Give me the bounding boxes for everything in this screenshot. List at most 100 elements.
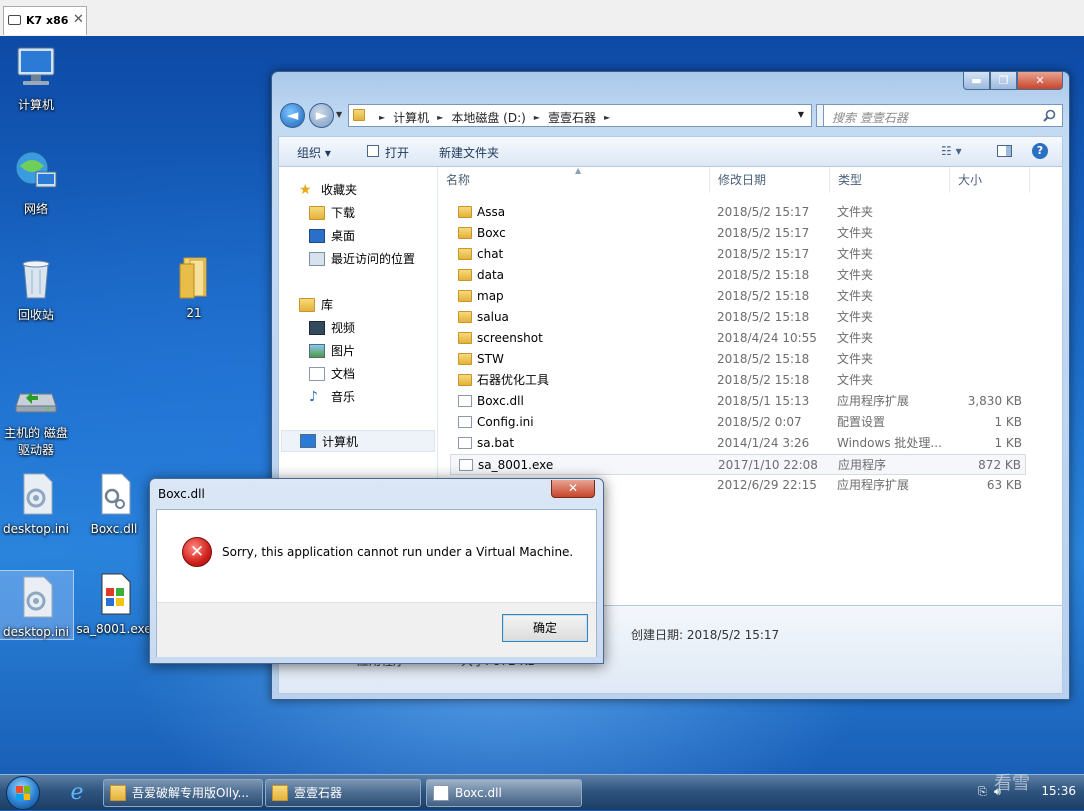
recent-pages-chevron-icon[interactable]: ▼	[336, 110, 342, 119]
desktop-icon-label: 网络	[23, 202, 48, 216]
volume-icon[interactable]: 🔊︎	[994, 785, 1001, 799]
file-row[interactable]: map 2018/5/2 15:18 文件夹	[450, 286, 1026, 307]
taskbar-item-explorer[interactable]: 壹壹石器	[265, 779, 421, 807]
address-dropdown-icon[interactable]: ▼	[798, 110, 804, 119]
network-tray-icon[interactable]: ⎘	[978, 785, 987, 799]
breadcrumb: ► 计算机 ► 本地磁盘 (D:) ► 壹壹石器 ►	[371, 109, 618, 126]
minimize-button[interactable]: ▬	[963, 72, 990, 90]
nav-favorites[interactable]: ★ 收藏夹	[299, 181, 357, 198]
file-icon	[458, 416, 472, 428]
file-row[interactable]: Assa 2018/5/2 15:17 文件夹	[450, 202, 1026, 223]
file-date: 2017/1/10 22:08	[718, 458, 818, 472]
view-options-icon[interactable]: ☷ ▾	[941, 144, 962, 158]
file-row[interactable]: screenshot 2018/4/24 10:55 文件夹	[450, 328, 1026, 349]
back-button[interactable]: ◄	[280, 103, 305, 128]
file-row[interactable]: 石器优化工具 2018/5/2 15:18 文件夹	[450, 370, 1026, 391]
file-row[interactable]: sa_8001.exe 2017/1/10 22:08 应用程序 872 KB	[450, 454, 1026, 475]
file-size: 63 KB	[986, 478, 1022, 492]
desktop-icon-network[interactable]: 网络	[0, 148, 76, 217]
taskbar-item-ollydbg[interactable]: 吾爱破解专用版Olly...	[103, 779, 263, 807]
start-button[interactable]	[6, 776, 40, 810]
exe-file-icon	[90, 570, 138, 618]
breadcrumb-computer[interactable]: 计算机	[393, 109, 429, 126]
open-icon	[367, 145, 379, 157]
forward-button[interactable]: ►	[309, 103, 334, 128]
help-icon[interactable]: ?	[1032, 143, 1048, 159]
desktop-icon-label: 主机的 磁盘 驱动器	[4, 426, 68, 457]
file-type: 应用程序扩展	[837, 478, 910, 492]
folder-icon	[458, 269, 472, 281]
maximize-button[interactable]: ❐	[990, 72, 1017, 90]
dialog-close-button[interactable]: ✕	[551, 480, 595, 498]
column-header-date[interactable]: 修改日期	[710, 167, 830, 193]
file-row[interactable]: data 2018/5/2 15:18 文件夹	[450, 265, 1026, 286]
app-icon	[110, 785, 126, 801]
desktop-icon-sa-8001-exe[interactable]: sa_8001.exe	[74, 570, 154, 636]
clock[interactable]: 15:36	[1041, 784, 1076, 798]
nav-label: 图片	[331, 344, 356, 358]
details-created: 创建日期: 2018/5/2 15:17	[631, 628, 780, 642]
address-bar[interactable]: ► 计算机 ► 本地磁盘 (D:) ► 壹壹石器 ► ▼	[348, 104, 812, 127]
taskbar-item-boxc-dll[interactable]: Boxc.dll	[426, 779, 582, 807]
nav-desktop[interactable]: 桌面	[309, 227, 355, 244]
folder-icon	[353, 109, 365, 121]
desktop-icon-boxc-dll[interactable]: Boxc.dll	[74, 470, 154, 536]
tab-close-icon[interactable]: ✕	[73, 12, 84, 27]
column-header-size[interactable]: 大小	[950, 167, 1030, 193]
column-header-name[interactable]: 名称	[438, 167, 710, 193]
picture-icon	[309, 343, 325, 358]
file-type: 文件夹	[837, 373, 874, 387]
drive-icon	[12, 372, 60, 420]
breadcrumb-drive-d[interactable]: 本地磁盘 (D:)	[451, 109, 525, 126]
file-row[interactable]: chat 2018/5/2 15:17 文件夹	[450, 244, 1026, 265]
file-name: Boxc	[477, 226, 506, 240]
nav-pictures[interactable]: 图片	[309, 342, 355, 359]
file-date: 2018/4/24 10:55	[717, 331, 817, 345]
monitor-icon	[8, 15, 21, 25]
desktop-icon-folder-21[interactable]: 21	[154, 254, 234, 320]
desktop-icon-host-drive[interactable]: 主机的 磁盘 驱动器	[0, 372, 76, 458]
file-size: 1 KB	[994, 436, 1022, 450]
file-row[interactable]: salua 2018/5/2 15:18 文件夹	[450, 307, 1026, 328]
settings-file-icon	[12, 470, 60, 518]
column-header-type[interactable]: 类型	[830, 167, 950, 193]
computer-icon	[300, 434, 316, 448]
error-dialog: Boxc.dll ✕ ✕ Sorry, this application can…	[149, 478, 604, 664]
file-row[interactable]: STW 2018/5/2 15:18 文件夹	[450, 349, 1026, 370]
task-label: 壹壹石器	[294, 786, 343, 800]
vm-tab[interactable]: K7 x86 ✕	[3, 6, 87, 35]
file-row[interactable]: Boxc.dll 2018/5/1 15:13 应用程序扩展 3,830 KB	[450, 391, 1026, 412]
nav-recent-places[interactable]: 最近访问的位置	[309, 250, 415, 267]
file-row[interactable]: Config.ini 2018/5/2 0:07 配置设置 1 KB	[450, 412, 1026, 433]
search-input[interactable]: 搜索 壹壹石器	[823, 104, 1063, 127]
file-size: 872 KB	[978, 458, 1021, 472]
nav-music[interactable]: ♪ 音乐	[309, 388, 355, 405]
sort-ascending-icon: ▲	[575, 166, 582, 175]
nav-label: 下载	[331, 206, 356, 220]
internet-explorer-icon[interactable]: e	[62, 780, 92, 806]
desktop-icon-desktop-ini[interactable]: desktop.ini	[0, 470, 76, 536]
ok-button[interactable]: 确定	[502, 614, 588, 642]
nav-downloads[interactable]: 下载	[309, 204, 355, 221]
nav-libraries[interactable]: 库	[299, 296, 333, 313]
breadcrumb-separator-icon: ►	[379, 113, 386, 122]
desktop-icon-recycle-bin[interactable]: 回收站	[0, 254, 76, 323]
nav-videos[interactable]: 视频	[309, 319, 355, 336]
organize-button[interactable]: 组织 ▾	[297, 144, 331, 161]
file-row[interactable]: Boxc 2018/5/2 15:17 文件夹	[450, 223, 1026, 244]
file-date: 2018/5/1 15:13	[717, 394, 810, 408]
open-button[interactable]: 打开	[385, 144, 409, 161]
exe-file-icon	[459, 459, 473, 471]
desktop-icon-desktop-ini-2[interactable]: desktop.ini	[0, 570, 74, 640]
new-folder-button[interactable]: 新建文件夹	[439, 144, 499, 161]
close-button[interactable]: ✕	[1017, 72, 1063, 90]
nav-computer[interactable]: 计算机	[281, 430, 435, 452]
desktop-icon-computer[interactable]: 计算机	[0, 44, 76, 113]
nav-documents[interactable]: 文档	[309, 365, 355, 382]
preview-pane-icon[interactable]	[997, 145, 1012, 157]
desktop-icon-label: Boxc.dll	[90, 522, 138, 536]
desktop-icon-label: 回收站	[17, 308, 54, 322]
file-size: 3,830 KB	[967, 394, 1022, 408]
file-row[interactable]: sa.bat 2014/1/24 3:26 Windows 批处理... 1 KB	[450, 433, 1026, 454]
breadcrumb-folder[interactable]: 壹壹石器	[548, 109, 596, 126]
